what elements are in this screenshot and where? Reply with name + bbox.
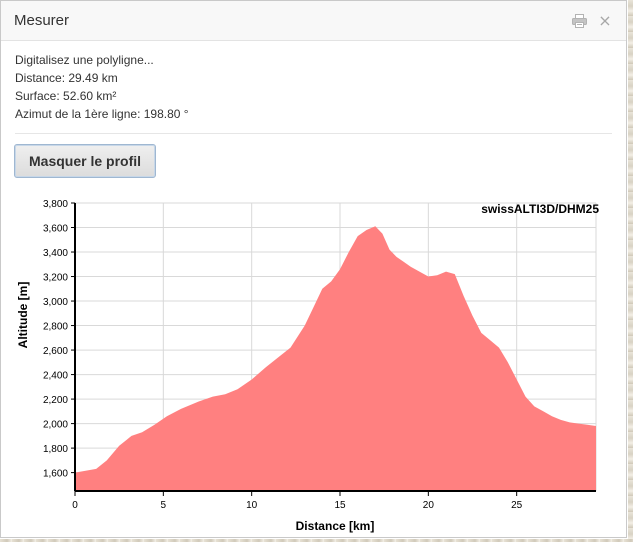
close-glyph: × xyxy=(598,10,612,30)
profile-svg: 1,600 1,800 2,000 2,200 2,400 2,600 2,800 3,000… xyxy=(16,199,599,533)
y-tick-label: 3,000 xyxy=(43,297,68,308)
measure-info: Digitalisez une polyligne... Distance: 2… xyxy=(1,41,626,123)
x-tick-label: 20 xyxy=(423,500,435,511)
x-tick-label: 5 xyxy=(161,500,167,511)
y-tick-label: 1,600 xyxy=(43,469,68,480)
y-tick-label: 3,200 xyxy=(43,273,68,284)
map-background-edge xyxy=(628,0,633,542)
print-icon[interactable] xyxy=(571,13,587,29)
surface-text: Surface: 52.60 km² xyxy=(15,89,117,103)
azimuth-text: Azimut de la 1ère ligne: 198.80 ° xyxy=(15,107,189,121)
header-actions: × xyxy=(571,10,613,30)
dialog-header: Mesurer × xyxy=(1,1,626,41)
hide-profile-button[interactable]: Masquer le profil xyxy=(14,144,157,178)
chart-title: swissALTI3D/DHM25 xyxy=(481,202,599,216)
close-icon[interactable]: × xyxy=(597,10,613,30)
y-tick-label: 2,000 xyxy=(43,420,68,431)
dialog-title: Mesurer xyxy=(14,12,70,29)
y-tick-label: 2,400 xyxy=(43,371,68,382)
x-axis-label: Distance [km] xyxy=(296,519,375,533)
y-tick-label: 3,800 xyxy=(43,199,68,210)
x-tick-label: 10 xyxy=(246,500,258,511)
x-tick-label: 0 xyxy=(72,500,78,511)
y-tick-label: 3,400 xyxy=(43,248,68,259)
y-tick-label: 2,800 xyxy=(43,322,68,333)
y-axis-label: Altitude [m] xyxy=(16,282,30,349)
distance-text: Distance: 29.49 km xyxy=(15,71,118,85)
divider xyxy=(15,133,612,134)
x-tick-label: 15 xyxy=(334,500,346,511)
measure-dialog: Mesurer × Digitalisez une polyligne... D… xyxy=(0,0,627,538)
y-tick-label: 3,600 xyxy=(43,224,68,235)
instruction-text: Digitalisez une polyligne... xyxy=(15,53,154,67)
elevation-area xyxy=(75,226,596,492)
y-tick-label: 1,800 xyxy=(43,444,68,455)
elevation-profile-chart: 1,600 1,800 2,000 2,200 2,400 2,600 2,800 3,000… xyxy=(1,191,628,539)
x-tick-label: 25 xyxy=(511,500,523,511)
y-tick-label: 2,200 xyxy=(43,395,68,406)
y-tick-label: 2,600 xyxy=(43,346,68,357)
